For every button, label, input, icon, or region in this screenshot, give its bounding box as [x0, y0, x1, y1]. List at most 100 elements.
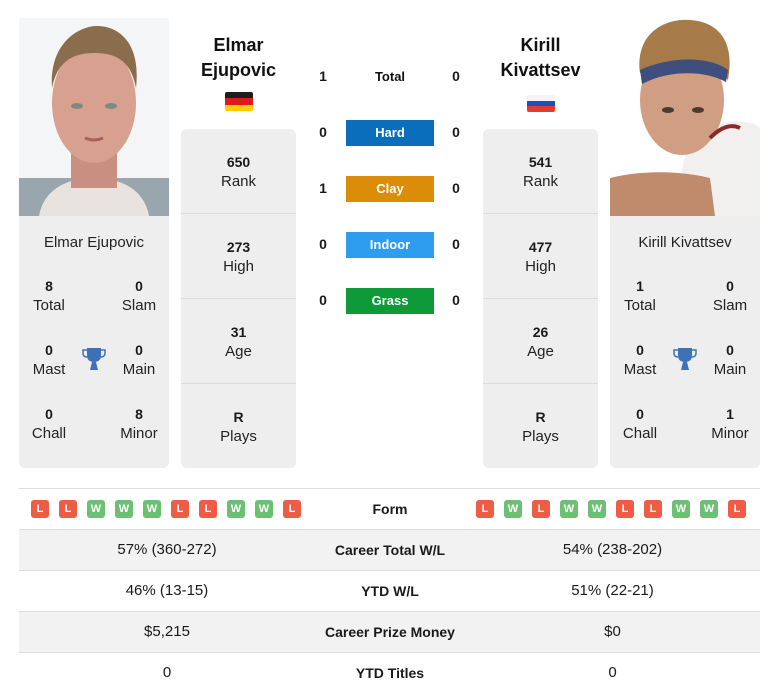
value: 26	[532, 324, 549, 340]
player1-prize-money: $5,215	[144, 623, 190, 640]
player1-form: LLWWWLLWWL	[31, 500, 301, 518]
player2-stat-plays: R Plays	[483, 384, 598, 469]
player1-h2h-value: 0	[319, 236, 327, 252]
h2h-row-total: 1 Total 0	[310, 64, 470, 90]
surface-hard-button[interactable]: Hard	[346, 120, 434, 146]
label: Age	[225, 343, 252, 360]
form-loss-badge[interactable]: L	[644, 500, 662, 518]
player2-ytd-wl: 51% (22-21)	[571, 582, 654, 599]
form-win-badge[interactable]: W	[255, 500, 273, 518]
value: 650	[226, 154, 251, 170]
player2-titles-slam: 0 Slam	[700, 276, 760, 316]
surface-grass-button[interactable]: Grass	[346, 288, 434, 314]
form-loss-badge[interactable]: L	[59, 500, 77, 518]
germany-flag-icon	[225, 92, 253, 111]
player2-photo[interactable]	[610, 18, 760, 216]
form-loss-badge[interactable]: L	[728, 500, 746, 518]
form-win-badge[interactable]: W	[504, 500, 522, 518]
value: 1	[726, 406, 734, 422]
player2-career-wl: 54% (238-202)	[562, 541, 663, 558]
value: 0	[726, 278, 734, 294]
value: 8	[45, 278, 53, 294]
player1-titles-main: 0 Main	[109, 340, 169, 380]
value: R	[535, 409, 546, 425]
label: Chall	[622, 425, 658, 442]
h2h-row-clay: 1 Clay 0	[310, 176, 470, 202]
form-win-badge[interactable]: W	[115, 500, 133, 518]
trophy-icon	[82, 348, 106, 370]
player2-titles-main: 0 Main	[700, 340, 760, 380]
player1-portrait-image	[19, 18, 169, 216]
value: 0	[45, 406, 53, 422]
form-loss-badge[interactable]: L	[476, 500, 494, 518]
player1-h2h-value: 0	[319, 292, 327, 308]
form-win-badge[interactable]: W	[87, 500, 105, 518]
form-loss-badge[interactable]: L	[283, 500, 301, 518]
player2-full-name[interactable]: Kirill Kivattsev	[610, 234, 760, 251]
trophy-icon	[673, 348, 697, 370]
form-loss-badge[interactable]: L	[532, 500, 550, 518]
form-win-badge[interactable]: W	[672, 500, 690, 518]
form-win-badge[interactable]: W	[227, 500, 245, 518]
value: 273	[226, 239, 251, 255]
form-loss-badge[interactable]: L	[171, 500, 189, 518]
player2-h2h-value: 0	[452, 124, 460, 140]
form-win-badge[interactable]: W	[560, 500, 578, 518]
h2h-row-hard: 0 Hard 0	[310, 120, 470, 146]
h2h-total-label: Total	[374, 69, 406, 84]
form-loss-badge[interactable]: L	[199, 500, 217, 518]
label: Rank	[522, 173, 559, 190]
player1-titles-chall: 0 Chall	[19, 404, 79, 444]
player2-titles-minor: 1 Minor	[700, 404, 760, 444]
player1-name-heading[interactable]: Elmar Ejupovic	[181, 33, 296, 83]
label: Mast	[623, 361, 657, 378]
player2-ytd-titles: 0	[608, 664, 617, 681]
player1-stat-plays: R Plays	[181, 384, 296, 469]
value: 31	[230, 324, 247, 340]
h2h-row-indoor: 0 Indoor 0	[310, 232, 470, 258]
player2-h2h-value: 0	[452, 180, 460, 196]
form-win-badge[interactable]: W	[143, 500, 161, 518]
form-win-badge[interactable]: W	[588, 500, 606, 518]
player1-stat-age: 31 Age	[181, 299, 296, 384]
player1-titles-card: Elmar Ejupovic 8 Total 0 Slam 0 Mast 0 M…	[19, 216, 169, 468]
player1-h2h-value: 0	[319, 124, 327, 140]
player1-h2h-value: 1	[319, 180, 327, 196]
form-row: LLWWWLLWWL Form LWLWWLLWWL	[19, 489, 760, 530]
label: Minor	[120, 425, 158, 442]
player2-h2h-value: 0	[452, 236, 460, 252]
label: Chall	[31, 425, 67, 442]
player2-h2h-value: 0	[452, 292, 460, 308]
player2-prize-money: $0	[604, 623, 621, 640]
label: Slam	[712, 297, 748, 314]
h2h-row-grass: 0 Grass 0	[310, 288, 470, 314]
player1-last-name: Ejupovic	[200, 60, 276, 80]
row-label: Career Total W/L	[334, 542, 446, 558]
value: 0	[726, 342, 734, 358]
player1-titles-total: 8 Total	[19, 276, 79, 316]
label: High	[525, 258, 556, 275]
value: 8	[135, 406, 143, 422]
label: Age	[527, 343, 554, 360]
player2-form: LWLWWLLWWL	[476, 500, 746, 518]
player1-full-name[interactable]: Elmar Ejupovic	[19, 234, 169, 251]
label: Main	[122, 361, 156, 378]
comparison-table: LLWWWLLWWL Form LWLWWLLWWL 57% (360-272)…	[19, 488, 760, 694]
player1-photo[interactable]	[19, 18, 169, 216]
label: Rank	[220, 173, 257, 190]
player1-stat-rank: 650 Rank	[181, 129, 296, 214]
form-win-badge[interactable]: W	[700, 500, 718, 518]
surface-indoor-button[interactable]: Indoor	[346, 232, 434, 258]
table-row: 57% (360-272) Career Total W/L 54% (238-…	[19, 530, 760, 571]
surface-clay-button[interactable]: Clay	[346, 176, 434, 202]
russia-flag-icon	[527, 95, 555, 112]
player2-titles-total: 1 Total	[610, 276, 670, 316]
label: Total	[624, 297, 656, 314]
player2-name-heading[interactable]: Kirill Kivattsev	[483, 33, 598, 83]
player2-stat-age: 26 Age	[483, 299, 598, 384]
player2-stats-column: 541 Rank 477 High 26 Age R Plays	[483, 129, 598, 468]
player2-first-name: Kirill	[520, 35, 561, 55]
form-loss-badge[interactable]: L	[31, 500, 49, 518]
value: 541	[528, 154, 553, 170]
form-loss-badge[interactable]: L	[616, 500, 634, 518]
